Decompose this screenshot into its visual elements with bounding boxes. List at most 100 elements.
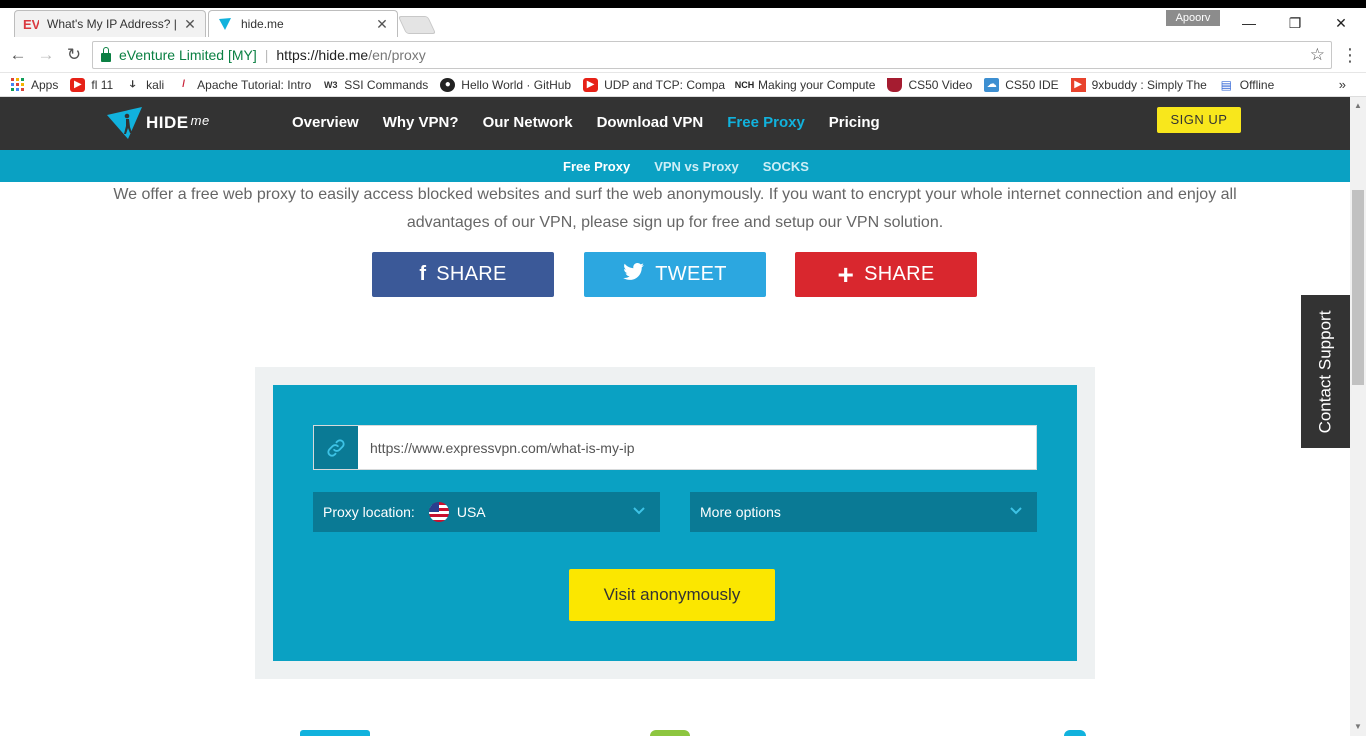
bookmark-github[interactable]: ● Hello World · GitHub: [440, 77, 571, 92]
minimize-icon[interactable]: —: [1226, 12, 1272, 34]
bookmark-fl11[interactable]: ▶ fl 11: [70, 77, 114, 92]
bookmark-label: 9xbuddy : Simply The: [1091, 77, 1207, 92]
more-options-select[interactable]: More options: [690, 492, 1037, 532]
nav-free-proxy[interactable]: Free Proxy: [727, 114, 805, 131]
intro-text: We offer a free web proxy to easily acce…: [100, 181, 1250, 237]
harvard-shield-icon: [887, 77, 903, 92]
nav-overview[interactable]: Overview: [292, 114, 359, 131]
youtube-icon: ▶: [70, 77, 86, 92]
bookmark-label: Apps: [31, 77, 59, 92]
close-tab-icon[interactable]: ✕: [375, 16, 389, 33]
proxy-url-input[interactable]: [358, 426, 1036, 469]
url-host: https://hide.me: [276, 47, 369, 63]
bookmark-udp-tcp[interactable]: ▶ UDP and TCP: Compa: [583, 77, 725, 92]
hideme-logo[interactable]: HIDE me: [106, 105, 210, 141]
chevron-down-icon: [632, 503, 646, 520]
hideme-logo-icon: [107, 107, 142, 139]
url-path: /en/proxy: [368, 47, 426, 63]
signup-button[interactable]: SIGN UP: [1157, 107, 1241, 133]
proxy-location-value: USA: [456, 504, 486, 520]
tweet-label: TWEET: [655, 263, 727, 285]
browser-menu-icon[interactable]: ⋮: [1340, 45, 1360, 66]
scrollbar-thumb[interactable]: [1352, 190, 1364, 385]
bookmark-apps[interactable]: Apps: [10, 78, 58, 92]
restore-icon[interactable]: ❐: [1272, 12, 1318, 34]
plus-icon: +: [837, 258, 855, 290]
svg-text:EV: EV: [23, 17, 39, 31]
reading-list-icon: ▤: [1220, 77, 1232, 92]
facebook-share-button[interactable]: f SHARE: [372, 252, 554, 297]
bookmark-apache[interactable]: / Apache Tutorial: Intro: [176, 78, 311, 92]
bookmark-offline[interactable]: ▤ Offline: [1219, 77, 1275, 92]
bookmark-label: CS50 IDE: [1005, 77, 1059, 92]
intro-line-2: advantages of our VPN, please sign up fo…: [406, 214, 944, 231]
bookmark-nch[interactable]: NCH Making your Compute: [734, 77, 876, 92]
site-identity: eVenture Limited [MY]: [119, 47, 257, 63]
proxy-location-select[interactable]: Proxy location: USA: [313, 492, 660, 532]
nav-download-vpn[interactable]: Download VPN: [597, 114, 704, 131]
github-icon: ●: [440, 77, 456, 92]
facebook-icon: f: [419, 263, 427, 285]
twitter-bird-icon: [623, 262, 645, 287]
bookmark-cs50-ide[interactable]: ☁ CS50 IDE: [984, 77, 1059, 92]
bookmark-label: fl 11: [91, 77, 114, 92]
lock-icon: [101, 46, 111, 62]
twitter-tweet-button[interactable]: TWEET: [584, 252, 766, 297]
scroll-up-icon[interactable]: ▲: [1350, 99, 1366, 113]
google-plus-share-button[interactable]: + SHARE: [795, 252, 977, 297]
address-bar[interactable]: eVenture Limited [MY] | https://hide.me …: [92, 41, 1332, 69]
logo-text: HIDE: [146, 113, 189, 132]
forward-icon[interactable]: →: [36, 45, 56, 65]
nch-icon: NCH: [734, 79, 755, 90]
address-separator: |: [264, 47, 269, 63]
nav-our-network[interactable]: Our Network: [483, 114, 573, 131]
close-window-icon[interactable]: ✕: [1318, 12, 1364, 34]
visit-anonymously-button[interactable]: Visit anonymously: [569, 569, 775, 621]
nav-pricing[interactable]: Pricing: [829, 114, 880, 131]
bookmark-label: Offline: [1239, 77, 1275, 92]
cs50-ide-icon: ☁: [984, 77, 1000, 92]
bookmark-ssi[interactable]: W3 SSI Commands: [323, 78, 428, 92]
youtube-icon: ▶: [583, 77, 599, 92]
proxy-location-label: Proxy location:: [323, 504, 415, 520]
tab-whats-my-ip[interactable]: EV What's My IP Address? | ✕: [14, 10, 206, 37]
sub-nav: Free Proxy VPN vs Proxy SOCKS: [0, 150, 1350, 182]
hideme-icon: [217, 16, 233, 32]
tab-hide-me[interactable]: hide.me ✕: [208, 10, 398, 37]
subnav-free-proxy[interactable]: Free Proxy: [563, 159, 630, 174]
bookmark-label: Apache Tutorial: Intro: [197, 77, 312, 92]
logo-suffix: me: [190, 112, 210, 128]
subnav-vpn-vs-proxy[interactable]: VPN vs Proxy: [654, 159, 739, 174]
bookmark-label: kali: [146, 77, 165, 92]
close-tab-icon[interactable]: ✕: [183, 16, 197, 33]
bookmark-9xbuddy[interactable]: ▶ 9xbuddy : Simply The: [1070, 77, 1207, 92]
apache-feather-icon: /: [182, 79, 186, 90]
contact-support-label: Contact Support: [1315, 310, 1335, 433]
nav-why-vpn[interactable]: Why VPN?: [383, 114, 459, 131]
main-nav: Overview Why VPN? Our Network Download V…: [292, 114, 904, 131]
bookmark-label: Making your Compute: [758, 77, 876, 92]
contact-support-tab[interactable]: Contact Support: [1301, 295, 1350, 448]
tab-title: hide.me: [241, 17, 284, 31]
browser-toolbar: ← → ↻ eVenture Limited [MY] | https://hi…: [0, 37, 1366, 73]
bookmark-kali[interactable]: ↆ kali: [125, 78, 164, 92]
proxy-url-field: [313, 425, 1037, 470]
new-tab-button[interactable]: [397, 16, 437, 34]
bookmark-label: CS50 Video: [908, 77, 973, 92]
back-icon[interactable]: ←: [8, 45, 28, 65]
scroll-down-icon[interactable]: ▼: [1350, 720, 1366, 734]
site-header: HIDE me Overview Why VPN? Our Network Do…: [0, 97, 1350, 150]
bookmark-star-icon[interactable]: ☆: [1310, 45, 1325, 65]
share-label: SHARE: [864, 263, 935, 285]
subnav-socks[interactable]: SOCKS: [763, 159, 809, 174]
kali-icon: ↆ: [130, 79, 136, 90]
reload-icon[interactable]: ↻: [64, 45, 84, 65]
usa-flag-icon: [428, 502, 449, 522]
bookmark-cs50-video[interactable]: CS50 Video: [887, 77, 973, 92]
9xbuddy-icon: ▶: [1070, 77, 1086, 92]
feature-icon-partial: [650, 730, 690, 736]
intro-line-1: We offer a free web proxy to easily acce…: [113, 186, 1237, 203]
profile-badge[interactable]: Apoorv: [1166, 10, 1220, 26]
more-bookmarks-icon[interactable]: »: [1339, 77, 1346, 92]
share-label: SHARE: [436, 263, 507, 285]
